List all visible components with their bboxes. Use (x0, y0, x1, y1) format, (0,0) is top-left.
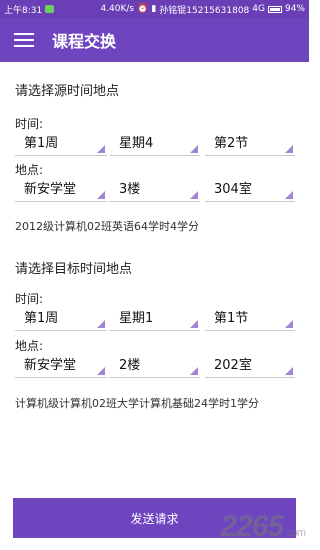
signal-icon: ▮ (151, 4, 157, 14)
target-time-label: 时间: (15, 292, 44, 306)
battery-icon (267, 5, 282, 13)
source-room-select[interactable]: 304室 (205, 178, 295, 202)
source-time-label: 时间: (15, 117, 44, 131)
target-course-info: 计算机级计算机02班大学计算机基础24学时1学分 (15, 397, 259, 410)
target-room-select[interactable]: 202室 (205, 354, 295, 378)
alarm-icon: ⏰ (137, 4, 149, 14)
target-week-select[interactable]: 第1周 (15, 307, 107, 331)
carrier-name: 孙铭锟15215631808 (159, 5, 250, 16)
source-course-info: 2012级计算机02班英语64学时4学分 (15, 220, 199, 233)
app-bar: 课程交换 (0, 18, 309, 62)
source-period-select[interactable]: 第2节 (205, 132, 295, 156)
status-bar: 上午8:31 4.40K/s ⏰ ▮ 孙铭锟15215631808 4G 94% (0, 0, 309, 18)
target-weekday-select[interactable]: 星期1 (110, 307, 200, 331)
wechat-notification-icon (45, 5, 55, 13)
net-speed: 4.40K/s (100, 4, 135, 14)
network-type: 4G (252, 4, 265, 14)
source-weekday-select[interactable]: 星期4 (110, 132, 200, 156)
watermark-logo: 2265 .com (220, 510, 306, 544)
target-place-label: 地点: (15, 339, 44, 353)
source-floor-select[interactable]: 3楼 (110, 178, 200, 202)
source-campus-select[interactable]: 新安学堂 (15, 178, 107, 202)
clock: 上午8:31 (4, 5, 43, 16)
page-title: 课程交换 (52, 32, 117, 51)
source-heading: 请选择源时间地点 (15, 84, 120, 99)
target-heading: 请选择目标时间地点 (15, 262, 133, 277)
battery-level: 94% (284, 4, 305, 14)
target-campus-select[interactable]: 新安学堂 (15, 354, 107, 378)
source-week-select[interactable]: 第1周 (15, 132, 107, 156)
watermark-suffix: .com (285, 527, 306, 539)
source-place-label: 地点: (15, 163, 44, 177)
watermark-brand: 2265 (220, 510, 284, 543)
target-period-select[interactable]: 第1节 (205, 307, 295, 331)
menu-icon[interactable] (14, 33, 34, 47)
target-floor-select[interactable]: 2楼 (110, 354, 200, 378)
